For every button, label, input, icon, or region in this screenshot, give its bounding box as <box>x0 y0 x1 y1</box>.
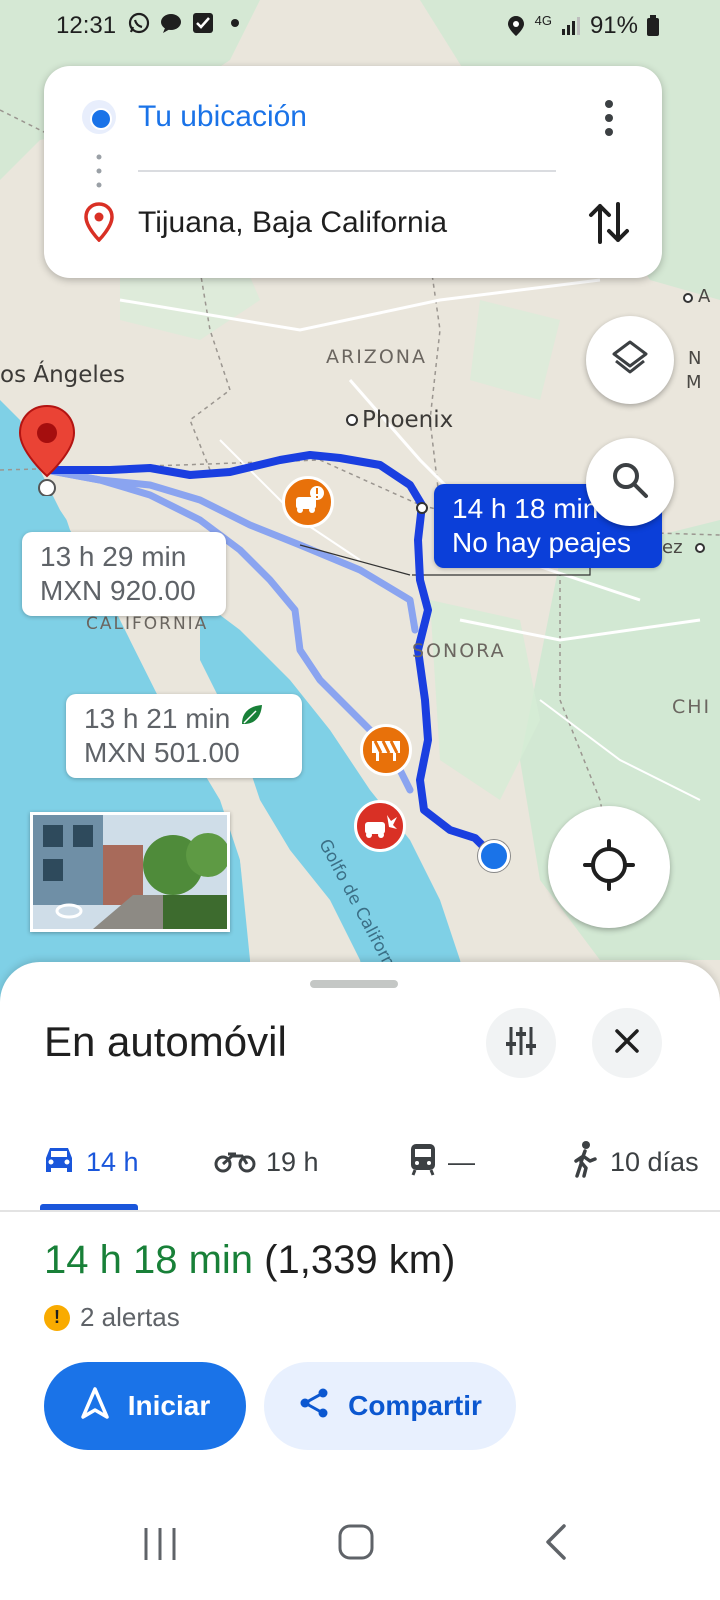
checkbox-icon <box>192 12 214 34</box>
status-bar: 12:31 4G 91% <box>0 0 720 52</box>
label-arizona: ARIZONA <box>326 346 427 368</box>
walk-icon <box>570 1140 600 1185</box>
car-icon <box>42 1144 76 1181</box>
home-icon[interactable] <box>336 1522 376 1567</box>
tab-walk[interactable]: 10 días <box>570 1132 699 1192</box>
start-button[interactable]: Iniciar <box>44 1362 246 1450</box>
search-button[interactable] <box>586 438 674 526</box>
connector-dots <box>96 153 102 189</box>
destination-marker-icon[interactable] <box>18 404 76 497</box>
crash-alert-icon[interactable] <box>354 800 406 852</box>
status-time: 12:31 <box>56 12 117 39</box>
eco-leaf-icon <box>238 702 264 736</box>
start-label: Iniciar <box>127 1390 211 1421</box>
directions-card <box>44 66 662 278</box>
road-work-icon[interactable] <box>360 724 412 776</box>
sheet-handle[interactable] <box>310 980 398 988</box>
battery-percent: 91% <box>589 12 638 39</box>
sheet-title: En automóvil <box>44 1018 287 1065</box>
label-phoenix: Phoenix <box>362 407 454 433</box>
label-california: CALIFORNIA <box>86 614 209 634</box>
tune-icon <box>504 1024 538 1063</box>
route-callout-time: 13 h 21 min <box>84 703 231 734</box>
origin-dot-icon <box>82 100 116 134</box>
my-location-button[interactable] <box>548 806 670 928</box>
travel-mode-tabs: 14 h 19 h — 10 días <box>0 1132 720 1210</box>
network-type: 4G <box>534 12 552 28</box>
route-callout-alt-1[interactable]: 13 h 29 min MXN 920.00 <box>22 532 226 616</box>
warning-icon: ! <box>44 1304 70 1331</box>
summary-time: 14 h 18 min <box>44 1238 254 1282</box>
more-vert-icon[interactable] <box>594 96 624 140</box>
recents-icon[interactable] <box>140 1524 180 1569</box>
label-edge-n: N <box>688 348 702 369</box>
tab-motorcycle-label: 19 h <box>266 1146 319 1177</box>
tab-transit[interactable]: — <box>408 1132 475 1192</box>
summary-distance: (1,339 km) <box>264 1238 456 1282</box>
transit-icon <box>408 1142 438 1183</box>
current-location-marker <box>478 840 510 872</box>
label-edge-ez: ez <box>662 537 683 558</box>
layers-icon <box>608 336 652 385</box>
navigation-arrow-icon <box>80 1386 110 1426</box>
route-callout-detail: No hay peajes <box>452 527 632 558</box>
tab-motorcycle[interactable]: 19 h <box>214 1132 319 1192</box>
location-icon <box>505 15 527 37</box>
label-edge-m: M <box>686 372 702 393</box>
battery-icon <box>646 15 668 37</box>
route-callout-time: 13 h 29 min <box>40 541 187 572</box>
route-summary: 14 h 18 min (1,339 km) <box>44 1238 455 1283</box>
label-sonora: SONORA <box>412 640 506 662</box>
swap-icon[interactable] <box>586 198 632 248</box>
share-label: Compartir <box>348 1390 482 1421</box>
layers-button[interactable] <box>586 316 674 404</box>
whatsapp-icon <box>128 12 150 34</box>
route-callout-detail: MXN 920.00 <box>40 575 196 606</box>
alerts-label: 2 alertas <box>80 1302 180 1332</box>
tab-car-label: 14 h <box>86 1146 139 1177</box>
label-edge-a: A <box>698 286 711 307</box>
my-location-icon <box>582 838 636 897</box>
dot-icon <box>224 12 246 34</box>
destination-pin-icon <box>82 202 116 243</box>
share-button[interactable]: Compartir <box>264 1362 516 1450</box>
share-icon <box>298 1387 330 1426</box>
chat-bubble-icon <box>160 12 182 34</box>
street-view-thumbnail[interactable] <box>30 812 230 932</box>
tab-transit-label: — <box>448 1146 475 1177</box>
tab-car[interactable]: 14 h <box>42 1132 139 1192</box>
tab-walk-label: 10 días <box>610 1146 699 1177</box>
route-options-button[interactable] <box>486 1008 556 1078</box>
close-icon <box>613 1027 641 1060</box>
destination-field[interactable]: Tijuana, Baja California <box>138 206 447 240</box>
back-icon[interactable] <box>540 1522 570 1567</box>
tabs-divider <box>0 1210 720 1212</box>
motorcycle-icon <box>214 1144 256 1181</box>
close-button[interactable] <box>592 1008 662 1078</box>
route-callout-detail: MXN 501.00 <box>84 737 240 768</box>
label-los-angeles: os Ángeles <box>0 362 125 388</box>
route-callout-alt-2[interactable]: 13 h 21 min MXN 501.00 <box>66 694 302 778</box>
origin-field[interactable]: Tu ubicación <box>138 100 307 134</box>
system-nav-bar <box>0 1500 720 1600</box>
traffic-alert-icon[interactable] <box>282 476 334 528</box>
signal-icon <box>560 15 582 37</box>
label-chi: CHI <box>672 696 712 718</box>
search-icon <box>608 458 652 507</box>
card-divider <box>138 170 556 172</box>
alerts-row[interactable]: ! 2 alertas <box>44 1302 180 1333</box>
